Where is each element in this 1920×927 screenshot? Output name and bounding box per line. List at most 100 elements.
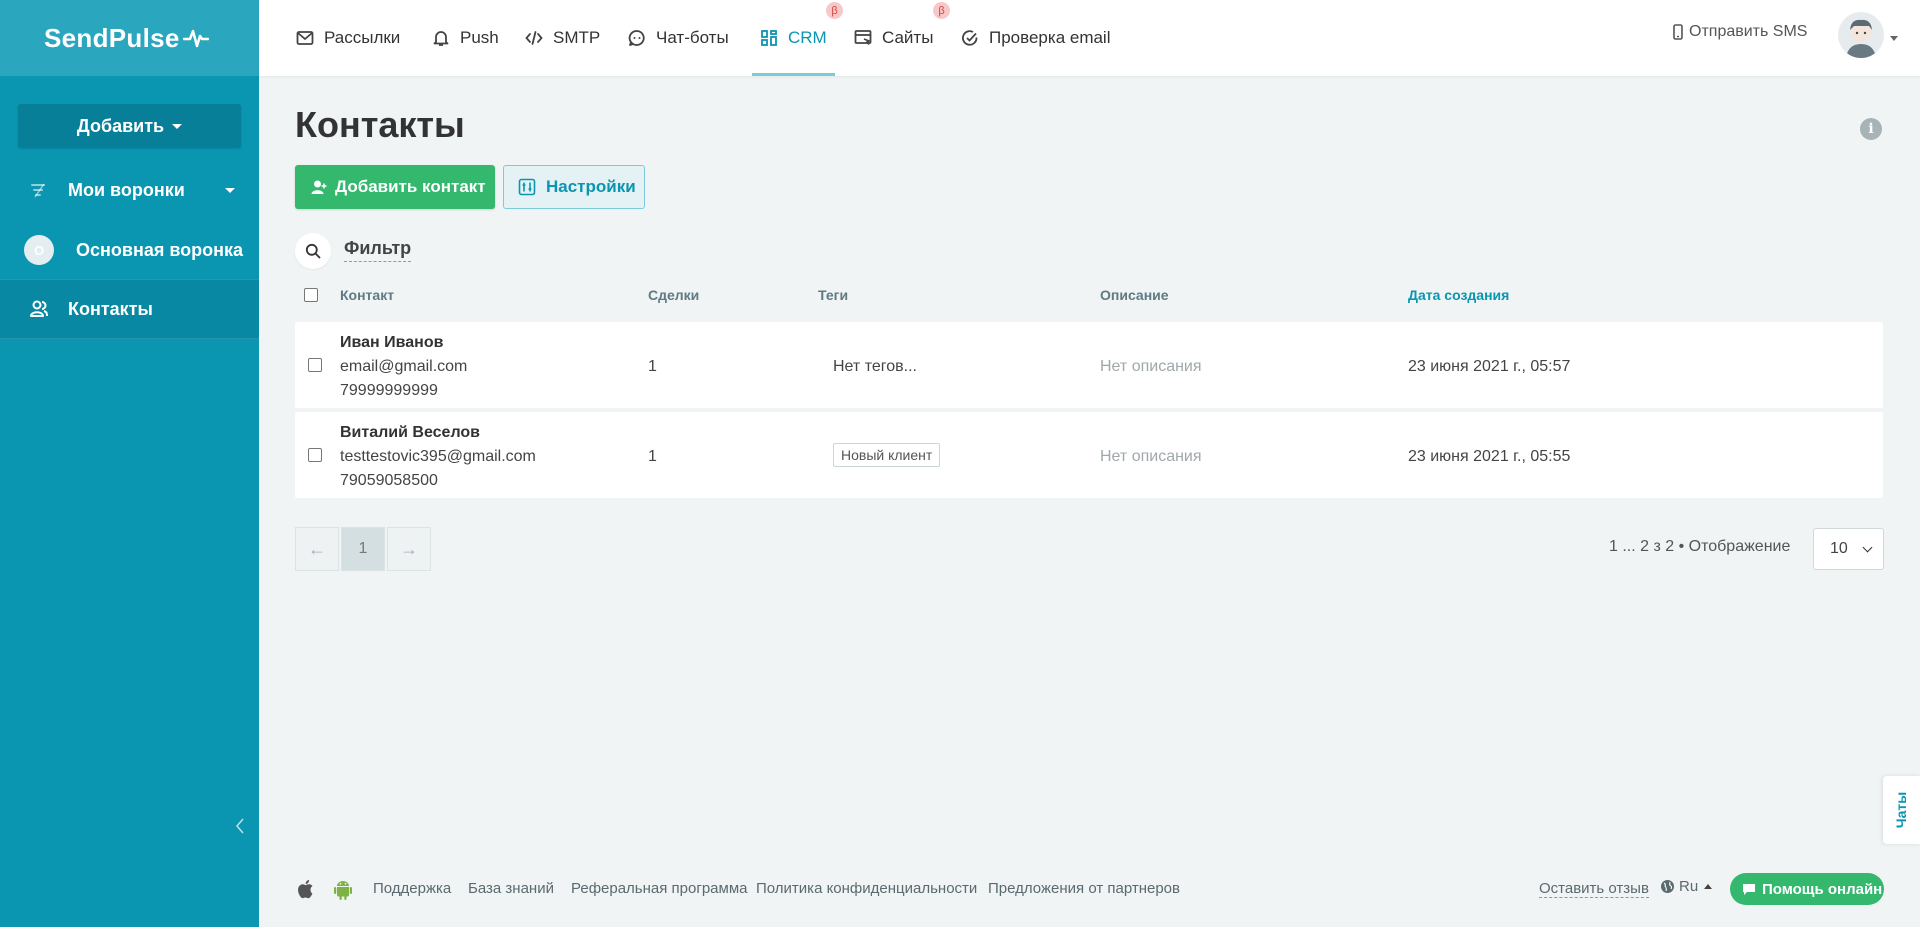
sidebar-item-label: Основная воронка: [76, 239, 244, 260]
contact-phone: 79999999999: [340, 382, 438, 399]
info-icon[interactable]: i: [1860, 118, 1882, 140]
add-user-icon: [311, 179, 327, 195]
nav-item-crm[interactable]: CRM: [752, 0, 835, 76]
user-avatar[interactable]: [1838, 12, 1884, 58]
contact-email: email@gmail.com: [340, 358, 468, 375]
row-checkbox[interactable]: [308, 448, 322, 462]
column-header-date-created[interactable]: Дата создания: [1408, 287, 1509, 303]
footer-link-referral[interactable]: Реферальная программа: [571, 880, 747, 897]
send-sms-label: Отправить SMS: [1689, 23, 1808, 40]
footer-link-support[interactable]: Поддержка: [373, 880, 451, 897]
contacts-icon: [28, 298, 50, 320]
contact-email: testtestovic395@gmail.com: [340, 448, 536, 465]
deals-count: 1: [648, 358, 657, 375]
sidebar-item-my-funnels[interactable]: Мои воронки: [0, 161, 259, 219]
caret-down-icon: [225, 187, 235, 193]
online-help-button[interactable]: Помощь онлайн: [1730, 873, 1884, 905]
bell-icon: [432, 29, 450, 47]
settings-button[interactable]: Настройки: [503, 165, 645, 209]
footer-link-privacy[interactable]: Политика конфиденциальности: [756, 880, 977, 897]
nav-item-email-verification[interactable]: Проверка email: [961, 0, 1111, 76]
description: Нет описания: [1100, 358, 1202, 375]
page-button-current[interactable]: 1: [341, 527, 385, 571]
per-page-select[interactable]: 10: [1813, 528, 1884, 570]
footer-link-knowledge-base[interactable]: База знаний: [468, 880, 554, 897]
contact-name[interactable]: Виталий Веселов: [340, 424, 480, 442]
nav-label: Push: [460, 28, 499, 47]
top-navigation: Рассылки Push SMTP Чат-боты CRM β Сайты …: [259, 0, 1920, 76]
row-checkbox[interactable]: [308, 358, 322, 372]
nav-label: CRM: [788, 28, 827, 47]
add-contact-label: Добавить контакт: [335, 177, 486, 196]
search-icon: [305, 243, 321, 259]
phone-icon: [1673, 24, 1683, 40]
sidebar-item-main-funnel[interactable]: О Основная воронка: [0, 221, 259, 279]
caret-down-icon: [172, 123, 183, 129]
prev-page-button[interactable]: ←: [295, 527, 339, 571]
contact-name[interactable]: Иван Иванов: [340, 334, 443, 352]
check-circle-icon: [961, 29, 979, 47]
sliders-icon: [518, 178, 536, 196]
caret-up-icon: [1704, 884, 1713, 889]
sidebar-item-label: Мои воронки: [68, 179, 185, 200]
send-sms-link[interactable]: Отправить SMS: [1673, 0, 1807, 64]
nav-label: Сайты: [882, 28, 934, 47]
date-created: 23 июня 2021 г., 05:55: [1408, 448, 1571, 465]
settings-label: Настройки: [546, 177, 636, 196]
beta-badge: β: [933, 2, 950, 19]
beta-badge: β: [826, 2, 843, 19]
nav-item-push[interactable]: Push: [432, 0, 499, 76]
table-row[interactable]: Иван Иванов email@gmail.com 79999999999 …: [295, 322, 1883, 408]
chats-side-tab[interactable]: Чаты: [1883, 776, 1920, 844]
date-created: 23 июня 2021 г., 05:57: [1408, 358, 1571, 375]
column-header-description: Описание: [1100, 287, 1169, 303]
contact-phone: 79059058500: [340, 472, 438, 489]
deals-count: 1: [648, 448, 657, 465]
chat-bot-icon: [628, 29, 646, 47]
nav-label: SMTP: [553, 28, 601, 47]
add-contact-button[interactable]: Добавить контакт: [295, 165, 495, 209]
language-selector[interactable]: Ru: [1660, 878, 1713, 895]
chevron-down-icon: [1862, 542, 1873, 553]
mail-icon: [296, 29, 314, 47]
funnel-badge: О: [24, 235, 54, 265]
logo-text: SendPulse: [44, 22, 180, 53]
tag-badge[interactable]: Новый клиент: [833, 443, 941, 467]
page-title: Контакты: [295, 104, 465, 145]
nav-label: Рассылки: [324, 28, 401, 47]
nav-item-chatbots[interactable]: Чат-боты: [628, 0, 729, 76]
online-help-label: Помощь онлайн: [1762, 880, 1883, 898]
website-icon: [854, 29, 872, 47]
per-page-value: 10: [1830, 540, 1848, 557]
sidebar: SendPulse Добавить Мои воронки О Основна…: [0, 0, 259, 927]
table-row[interactable]: Виталий Веселов testtestovic395@gmail.co…: [295, 412, 1883, 498]
column-header-contact[interactable]: Контакт: [340, 287, 394, 303]
tags-empty[interactable]: Нет тегов...: [833, 358, 917, 376]
add-button-label: Добавить: [76, 115, 165, 136]
next-page-button[interactable]: →: [387, 527, 431, 571]
column-header-tags: Теги: [818, 287, 849, 303]
chat-bubble-icon: [1742, 883, 1756, 896]
caret-down-icon[interactable]: [1890, 36, 1898, 41]
select-all-checkbox[interactable]: [304, 288, 318, 302]
globe-icon: [1660, 879, 1675, 894]
sidebar-item-label: Контакты: [68, 298, 153, 319]
crm-icon: [760, 29, 778, 47]
filter-toggle[interactable]: Фильтр: [344, 238, 412, 262]
pagination-info: 1 ... 2 з 2 • Отображение: [1609, 538, 1791, 555]
collapse-sidebar-icon[interactable]: [234, 816, 246, 836]
android-icon[interactable]: [333, 879, 353, 904]
nav-item-sites[interactable]: Сайты: [854, 0, 933, 76]
sendpulse-logo[interactable]: SendPulse: [0, 0, 259, 76]
nav-item-smtp[interactable]: SMTP: [525, 0, 600, 76]
search-button[interactable]: [295, 233, 331, 269]
sidebar-item-contacts[interactable]: Контакты: [0, 279, 259, 339]
leave-feedback-link[interactable]: Оставить отзыв: [1539, 880, 1649, 898]
chats-label: Чаты: [1893, 791, 1910, 829]
add-dropdown-button[interactable]: Добавить: [18, 104, 241, 148]
footer-link-partners[interactable]: Предложения от партнеров: [988, 880, 1180, 897]
apple-icon[interactable]: [296, 879, 314, 902]
nav-item-mailings[interactable]: Рассылки: [296, 0, 400, 76]
column-header-deals[interactable]: Сделки: [648, 287, 699, 303]
nav-label: Чат-боты: [656, 28, 729, 47]
